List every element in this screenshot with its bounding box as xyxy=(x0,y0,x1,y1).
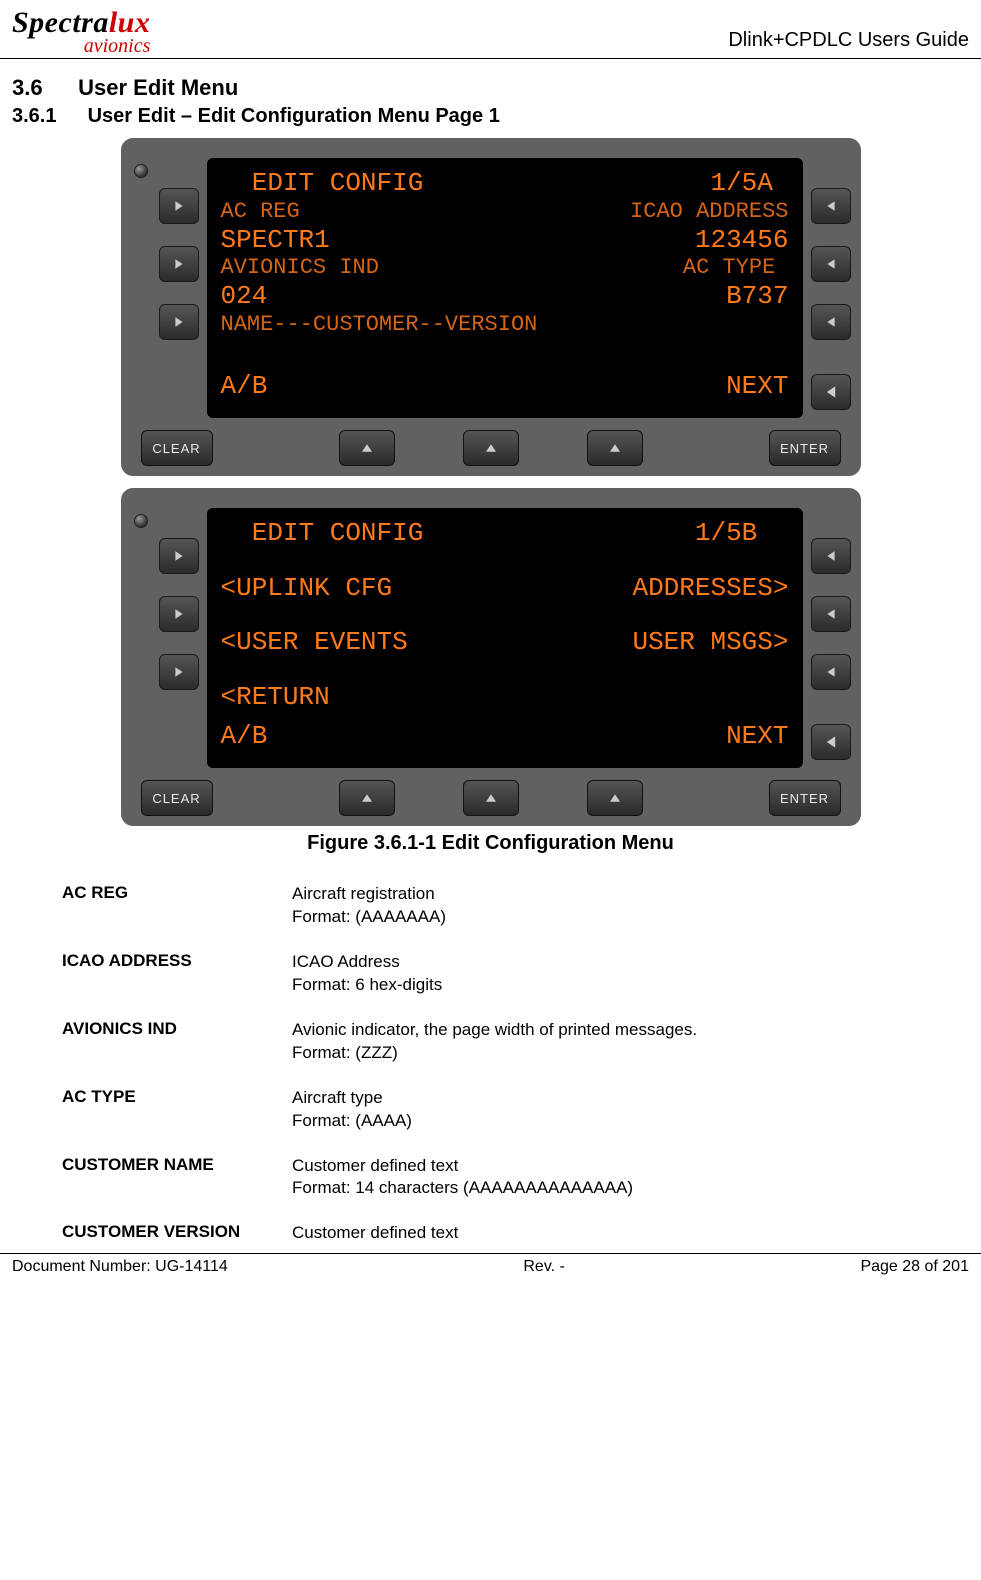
field-description: Customer defined textFormat: 14 characte… xyxy=(292,1155,633,1201)
up-arrow-button-3[interactable] xyxy=(587,430,643,466)
right-softkeys xyxy=(811,508,851,768)
ab-toggle: A/B xyxy=(221,371,268,402)
back-softkey[interactable] xyxy=(811,724,851,760)
logo: Spectralux avionics xyxy=(12,8,150,56)
field-name: ICAO ADDRESS xyxy=(62,951,292,997)
left-softkeys xyxy=(159,158,199,418)
field-row: AVIONICS IND Avionic indicator, the page… xyxy=(62,1019,969,1065)
footer-revision: Rev. - xyxy=(523,1258,564,1276)
field-name: AC REG xyxy=(62,883,292,929)
logo-main: Spectralux xyxy=(12,8,150,38)
field-description: Aircraft typeFormat: (AAAA) xyxy=(292,1087,412,1133)
right-softkey-1[interactable] xyxy=(811,538,851,574)
field-description: Customer defined text xyxy=(292,1222,458,1245)
led-column xyxy=(131,158,151,418)
subsection-title: User Edit – Edit Configuration Menu Page… xyxy=(88,105,500,127)
device-panel-b: EDIT CONFIG 1/5B <UPLINK CFG ADDRESSES> … xyxy=(121,488,861,826)
led-column xyxy=(131,508,151,768)
screen-page: 1/5A xyxy=(710,168,788,199)
section-title: User Edit Menu xyxy=(78,75,238,100)
ab-toggle: A/B xyxy=(221,721,268,752)
left-softkey-2[interactable] xyxy=(159,246,199,282)
left-softkey-2[interactable] xyxy=(159,596,199,632)
ac-reg-label: AC REG xyxy=(221,199,300,225)
user-msgs-option: USER MSGS> xyxy=(632,627,788,658)
back-softkey[interactable] xyxy=(811,374,851,410)
ac-type-value: B737 xyxy=(726,281,788,312)
status-led-icon xyxy=(134,164,148,178)
field-row: CUSTOMER NAME Customer defined textForma… xyxy=(62,1155,969,1201)
field-name: CUSTOMER VERSION xyxy=(62,1222,292,1245)
field-name: AVIONICS IND xyxy=(62,1019,292,1065)
clear-button[interactable]: CLEAR xyxy=(141,430,213,466)
field-definitions: AC REG Aircraft registrationFormat: (AAA… xyxy=(62,883,969,1245)
screen-title: EDIT CONFIG xyxy=(221,518,424,549)
up-arrow-button-1[interactable] xyxy=(339,430,395,466)
subsection-heading: 3.6.1 User Edit – Edit Configuration Men… xyxy=(12,105,969,128)
figure-caption: Figure 3.6.1-1 Edit Configuration Menu xyxy=(12,832,969,855)
subsection-number: 3.6.1 xyxy=(12,105,82,128)
return-option: <RETURN xyxy=(221,682,330,713)
enter-button[interactable]: ENTER xyxy=(769,780,841,816)
field-description: Aircraft registrationFormat: (AAAAAAA) xyxy=(292,883,446,929)
field-name: AC TYPE xyxy=(62,1087,292,1133)
section-heading: 3.6 User Edit Menu xyxy=(12,75,969,101)
left-softkeys xyxy=(159,508,199,768)
up-arrow-button-3[interactable] xyxy=(587,780,643,816)
left-softkey-3[interactable] xyxy=(159,654,199,690)
logo-sub: avionics xyxy=(12,36,150,56)
right-softkey-2[interactable] xyxy=(811,596,851,632)
section-number: 3.6 xyxy=(12,75,72,101)
right-softkey-3[interactable] xyxy=(811,304,851,340)
ac-reg-value: SPECTR1 xyxy=(221,225,330,256)
page-header: Spectralux avionics Dlink+CPDLC Users Gu… xyxy=(0,0,981,59)
ac-type-label: AC TYPE xyxy=(683,255,789,281)
display-screen-a: EDIT CONFIG 1/5A AC REG ICAO ADDRESS SPE… xyxy=(207,158,803,418)
up-arrow-button-2[interactable] xyxy=(463,780,519,816)
field-row: CUSTOMER VERSION Customer defined text xyxy=(62,1222,969,1245)
field-name: CUSTOMER NAME xyxy=(62,1155,292,1201)
field-row: ICAO ADDRESS ICAO AddressFormat: 6 hex-d… xyxy=(62,951,969,997)
next-option: NEXT xyxy=(726,721,788,752)
right-softkey-3[interactable] xyxy=(811,654,851,690)
left-softkey-1[interactable] xyxy=(159,188,199,224)
next-option: NEXT xyxy=(726,371,788,402)
user-events-option: <USER EVENTS xyxy=(221,627,408,658)
avionics-ind-label: AVIONICS IND xyxy=(221,255,379,281)
footer-doc-number: Document Number: UG-14114 xyxy=(12,1258,228,1276)
icao-value: 123456 xyxy=(695,225,789,256)
field-row: AC TYPE Aircraft typeFormat: (AAAA) xyxy=(62,1087,969,1133)
left-softkey-3[interactable] xyxy=(159,304,199,340)
page-footer: Document Number: UG-14114 Rev. - Page 28… xyxy=(0,1253,981,1286)
device-panel-a: EDIT CONFIG 1/5A AC REG ICAO ADDRESS SPE… xyxy=(121,138,861,476)
up-arrow-button-1[interactable] xyxy=(339,780,395,816)
screen-page: 1/5B xyxy=(695,518,789,549)
field-description: Avionic indicator, the page width of pri… xyxy=(292,1019,697,1065)
name-customer-version-row: NAME---CUSTOMER--VERSION xyxy=(221,312,538,338)
avionics-ind-value: 024 xyxy=(221,281,268,312)
uplink-cfg-option: <UPLINK CFG xyxy=(221,573,393,604)
up-arrow-button-2[interactable] xyxy=(463,430,519,466)
left-softkey-1[interactable] xyxy=(159,538,199,574)
enter-button[interactable]: ENTER xyxy=(769,430,841,466)
status-led-icon xyxy=(134,514,148,528)
icao-label: ICAO ADDRESS xyxy=(630,199,788,225)
footer-page-number: Page 28 of 201 xyxy=(860,1258,969,1276)
screen-title: EDIT CONFIG xyxy=(221,168,424,199)
addresses-option: ADDRESSES> xyxy=(632,573,788,604)
field-description: ICAO AddressFormat: 6 hex-digits xyxy=(292,951,442,997)
clear-button[interactable]: CLEAR xyxy=(141,780,213,816)
right-softkey-1[interactable] xyxy=(811,188,851,224)
right-softkey-2[interactable] xyxy=(811,246,851,282)
display-screen-b: EDIT CONFIG 1/5B <UPLINK CFG ADDRESSES> … xyxy=(207,508,803,768)
field-row: AC REG Aircraft registrationFormat: (AAA… xyxy=(62,883,969,929)
document-title: Dlink+CPDLC Users Guide xyxy=(728,29,969,56)
right-softkeys xyxy=(811,158,851,418)
